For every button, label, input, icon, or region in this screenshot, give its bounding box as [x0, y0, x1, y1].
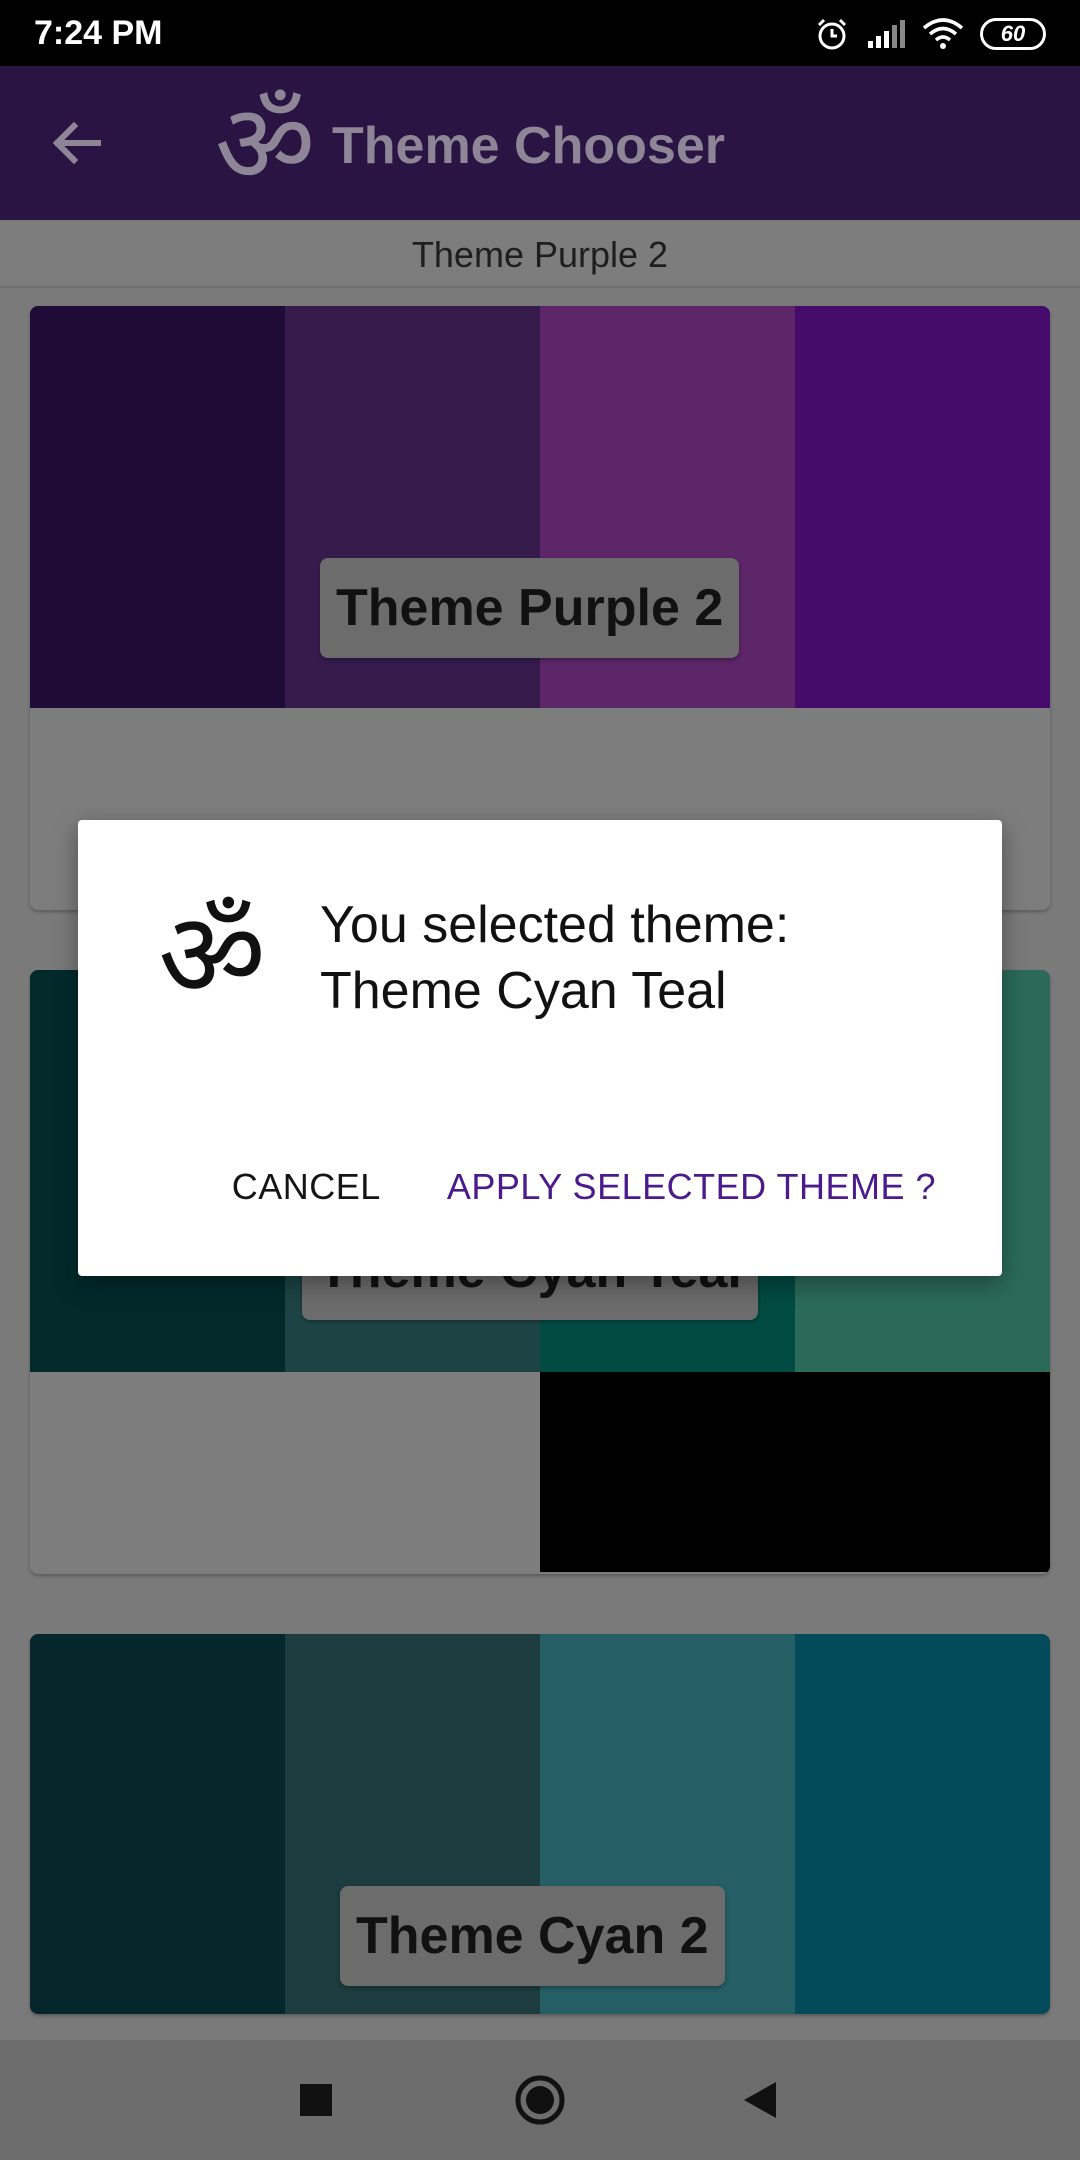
navigation-bar	[0, 2040, 1080, 2160]
app-bar: ॐ Theme Chooser	[0, 66, 1080, 220]
svg-text:ॐ: ॐ	[158, 892, 266, 1012]
apply-theme-button[interactable]: APPLY SELECTED THEME ?	[447, 1166, 936, 1208]
alarm-icon	[814, 16, 850, 52]
om-logo-icon: ॐ	[200, 80, 330, 208]
back-triangle-icon[interactable]	[730, 2070, 790, 2130]
theme-card-label: Theme Cyan 2	[340, 1886, 725, 1986]
dialog-selected-theme: Theme Cyan Teal	[320, 962, 727, 1020]
arrow-left-icon[interactable]	[48, 118, 104, 168]
home-circle-icon[interactable]	[510, 2070, 570, 2130]
signal-icon	[866, 19, 906, 49]
status-icons: 60	[814, 12, 1046, 56]
battery-icon: 60	[980, 18, 1046, 50]
status-bar: 7:24 PM 60	[0, 0, 1080, 66]
color-swatch	[30, 1634, 285, 2014]
color-swatch	[30, 306, 285, 708]
cancel-button[interactable]: CANCEL	[232, 1166, 381, 1208]
theme-card-label: Theme Purple 2	[320, 558, 740, 658]
wifi-icon	[922, 18, 964, 50]
current-theme-label: Theme Purple 2	[0, 222, 1080, 288]
svg-text:ॐ: ॐ	[215, 82, 315, 202]
theme-confirm-dialog: ॐ You selected theme: Theme Cyan Teal CA…	[78, 820, 1002, 1276]
recents-square-icon[interactable]	[286, 2070, 346, 2130]
dialog-message-line: You selected theme:	[320, 896, 790, 954]
dialog-message: You selected theme: Theme Cyan Teal	[320, 892, 940, 1024]
theme-card[interactable]: Theme Cyan 2	[30, 1634, 1050, 2014]
om-icon: ॐ	[150, 886, 274, 1024]
color-swatch	[795, 1634, 1050, 2014]
status-time: 7:24 PM	[34, 14, 163, 52]
card-preview-block	[540, 1372, 1050, 1572]
app-title: Theme Chooser	[332, 117, 725, 175]
color-swatch	[795, 306, 1050, 708]
dialog-actions: CANCEL APPLY SELECTED THEME ?	[232, 1166, 936, 1208]
